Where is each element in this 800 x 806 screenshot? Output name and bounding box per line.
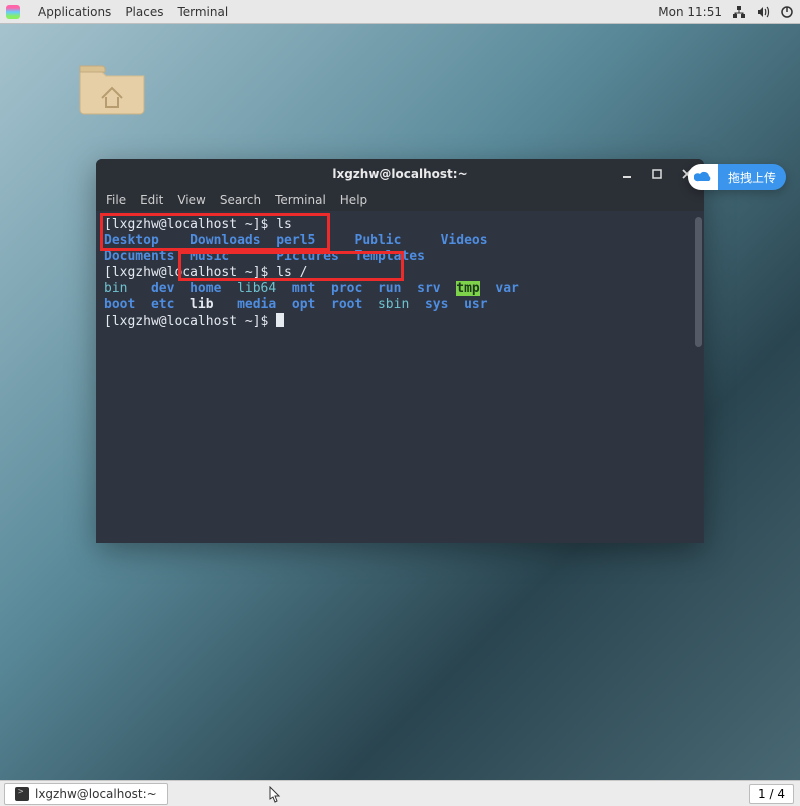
ls-root-output: etc — [151, 297, 174, 312]
mouse-pointer-icon — [266, 786, 282, 806]
menu-view[interactable]: View — [177, 193, 205, 207]
command: ls / — [276, 265, 307, 280]
ls-root-output: run — [378, 281, 401, 296]
upload-widget[interactable]: 拖拽上传 — [688, 164, 786, 190]
ls-root-output: boot — [104, 297, 135, 312]
ls-output: perl5 — [276, 233, 315, 248]
taskbar-item-terminal[interactable]: lxgzhw@localhost:~ — [4, 783, 168, 805]
terminal-cursor — [276, 313, 284, 327]
ls-root-output: srv — [417, 281, 440, 296]
ls-output: Public — [355, 233, 402, 248]
ls-output: Videos — [441, 233, 488, 248]
menu-file[interactable]: File — [106, 193, 126, 207]
ls-root-output: root — [331, 297, 362, 312]
ls-root-output: dev — [151, 281, 174, 296]
bottom-panel: lxgzhw@localhost:~ 1 / 4 — [0, 780, 800, 806]
window-title: lxgzhw@localhost:~ — [96, 167, 704, 181]
terminal-menubar: File Edit View Search Terminal Help — [96, 189, 704, 211]
menu-search[interactable]: Search — [220, 193, 261, 207]
window-maximize-button[interactable] — [646, 163, 668, 185]
menu-terminal[interactable]: Terminal — [177, 5, 228, 19]
ls-root-output: sbin — [378, 297, 409, 312]
ls-root-output: tmp — [456, 281, 479, 296]
ls-root-output: media — [237, 297, 276, 312]
ls-root-output: bin — [104, 281, 127, 296]
ls-root-output: home — [190, 281, 221, 296]
ls-root-output: lib — [190, 297, 213, 312]
ls-output: Downloads — [190, 233, 260, 248]
cloud-upload-icon — [688, 164, 718, 190]
window-titlebar[interactable]: lxgzhw@localhost:~ — [96, 159, 704, 189]
ls-root-output: var — [495, 281, 518, 296]
menu-help[interactable]: Help — [340, 193, 367, 207]
menu-places[interactable]: Places — [125, 5, 163, 19]
ls-output: Documents — [104, 249, 174, 264]
ls-root-output: proc — [331, 281, 362, 296]
window-minimize-button[interactable] — [616, 163, 638, 185]
network-icon[interactable] — [732, 5, 746, 19]
ls-root-output: lib64 — [237, 281, 276, 296]
prompt: [lxgzhw@localhost ~]$ — [104, 217, 276, 232]
desktop[interactable]: lxgzhw@localhost:~ File Edit View Search… — [0, 24, 800, 780]
top-panel: Applications Places Terminal Mon 11:51 — [0, 0, 800, 24]
gnome-logo-icon — [6, 5, 20, 19]
ls-root-output: opt — [292, 297, 315, 312]
menu-applications[interactable]: Applications — [38, 5, 111, 19]
volume-icon[interactable] — [756, 5, 770, 19]
workspace-indicator[interactable]: 1 / 4 — [749, 784, 794, 804]
ls-output: Music — [190, 249, 229, 264]
upload-label: 拖拽上传 — [718, 164, 786, 190]
ls-output: Desktop — [104, 233, 159, 248]
terminal-icon — [15, 787, 29, 801]
scrollbar-thumb[interactable] — [695, 217, 702, 347]
ls-output: Pictures — [276, 249, 339, 264]
prompt: [lxgzhw@localhost ~]$ — [104, 265, 276, 280]
command: ls — [276, 217, 292, 232]
home-folder-icon[interactable] — [72, 58, 152, 119]
ls-root-output: mnt — [292, 281, 315, 296]
terminal-window: lxgzhw@localhost:~ File Edit View Search… — [96, 159, 704, 543]
terminal-body[interactable]: [lxgzhw@localhost ~]$ ls Desktop Downloa… — [96, 211, 704, 543]
menu-edit[interactable]: Edit — [140, 193, 163, 207]
ls-output: Templates — [355, 249, 425, 264]
ls-root-output: sys — [425, 297, 448, 312]
power-icon[interactable] — [780, 5, 794, 19]
clock[interactable]: Mon 11:51 — [658, 5, 722, 19]
prompt: [lxgzhw@localhost ~]$ — [104, 314, 276, 329]
taskbar-item-label: lxgzhw@localhost:~ — [35, 787, 157, 801]
ls-root-output: usr — [464, 297, 487, 312]
menu-terminal-menu[interactable]: Terminal — [275, 193, 326, 207]
